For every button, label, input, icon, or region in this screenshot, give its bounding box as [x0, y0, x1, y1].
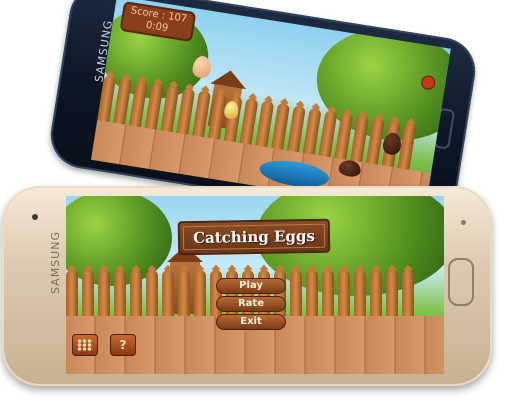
- front-phone-brand: SAMSUNG: [49, 231, 62, 294]
- front-phone-home-button: [448, 258, 474, 306]
- front-sensor: [461, 220, 466, 225]
- front-camera: [32, 214, 38, 220]
- game-title-sign: Catching Eggs: [177, 218, 331, 256]
- back-phone-screen: Score : 107 0:09: [90, 0, 451, 213]
- grid-icon: [77, 339, 93, 351]
- rate-button[interactable]: Rate: [216, 296, 286, 312]
- exit-button[interactable]: Exit: [216, 314, 286, 330]
- more-games-button[interactable]: [72, 334, 98, 356]
- help-button[interactable]: ?: [110, 334, 136, 356]
- front-phone-screen: Catching Eggs Play Rate Exit ?: [66, 196, 444, 374]
- play-button[interactable]: Play: [216, 278, 286, 294]
- front-phone: SAMSUNG Catching Eggs Play Rate Exit ?: [2, 186, 492, 386]
